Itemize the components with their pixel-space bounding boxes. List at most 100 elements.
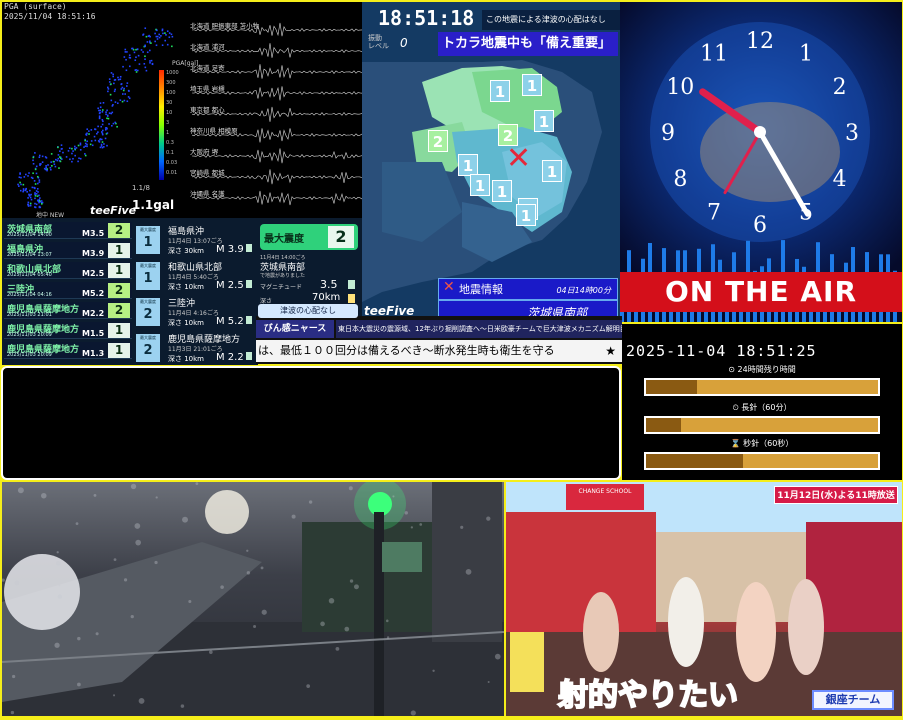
datetime: 2025-11-04 18:51:25 — [626, 342, 817, 360]
quake-row-intensity: 2 — [108, 303, 130, 318]
quake-detail-mag: M 3.9 — [216, 244, 252, 255]
quake-info-box: ✕ 地震情報 04日14時00分 — [438, 278, 618, 300]
quake-list-panel: 茨城県南部 2025/11/04 14:00 M3.5 2 福島県沖 2025/11/04… — [2, 218, 258, 365]
quake-row-date: 2025/11/04 13:07 — [7, 252, 52, 258]
quake-detail: 最大震度 2 三陸沖 11月4日 4:16ごろ 深さ 10km M 5.2 — [134, 294, 258, 331]
waveform-trace — [192, 190, 362, 206]
mag-swatch — [245, 280, 252, 288]
timer-icon: ⊙ — [728, 365, 738, 374]
waveform-trace — [192, 106, 362, 122]
quake-detail-intensity-value: 2 — [143, 307, 153, 322]
waveform-trace — [192, 22, 362, 37]
intensity-marker: 1 — [522, 74, 542, 96]
colorbar-tick: 100 — [166, 90, 176, 96]
colorbar-tick: 0.3 — [166, 140, 174, 146]
quake-row-intensity: 2 — [108, 283, 130, 298]
quake-row-intensity: 1 — [108, 243, 130, 258]
colorbar-tick: 10 — [166, 110, 173, 116]
timer-bar-minute-label: ⏲ 長針（60分） — [644, 402, 880, 414]
level-value: 0 — [400, 36, 408, 50]
quake-row-intensity: 1 — [108, 343, 130, 358]
quake-detail: 最大震度 1 和歌山県北部 11月4日 5:40ごろ 深さ 10km M 2.5 — [134, 258, 258, 295]
colorbar-tick: 0.03 — [166, 160, 178, 166]
quake-row-mag: M2.2 — [82, 309, 105, 318]
timer-panel: 2025-11-04 18:51:25 ⊙ 24時間残り時間 ⏲ 長針（60分）… — [622, 324, 902, 480]
waveforms — [192, 22, 362, 206]
depth-swatch — [348, 294, 355, 303]
quake-detail-date: 11月3日 21:01ごろ — [168, 346, 223, 353]
quake-row: 福島県沖 2025/11/04 13:07 M3.9 1 — [4, 242, 132, 259]
waveform-trace — [192, 169, 362, 185]
quake-detail-intensity: 最大震度 1 — [136, 226, 160, 254]
quake-detail-tag: 最大震度 — [140, 335, 156, 340]
quake-row-mag: M3.5 — [82, 229, 105, 238]
quake-detail-mag-value: M 2.5 — [216, 280, 244, 291]
quake-row-mag: M1.5 — [82, 329, 105, 338]
timer-bar-day: ⊙ 24時間残り時間 — [644, 364, 880, 396]
colorbar-ticks: 1000 300 100 30 10 3 1 0.3 0.1 0.03 0.01 — [166, 68, 179, 178]
quake-detail-depth: 深さ 30km — [168, 247, 205, 255]
colorbar-tick: 300 — [166, 80, 176, 86]
waveform-trace — [192, 43, 362, 58]
quake-row-intensity: 2 — [108, 223, 130, 238]
quake-detail-tag: 最大震度 — [140, 299, 156, 304]
max-intensity-box: 最大震度 2 — [260, 224, 358, 250]
clock-number: 11 — [700, 41, 728, 66]
quake-row-mag: M5.2 — [82, 289, 105, 298]
quake-info-time: 04日14時00分 — [556, 286, 611, 295]
ticker-headline: 東日本大震災の震源域、12年ぶり掘削調査へ～日米欧豪チームで巨大津波メカニズム解… — [336, 320, 622, 338]
quake-row: 和歌山県北部 2025/11/04 05:40 M2.5 1 — [4, 262, 132, 279]
intensity-marker: 1 — [458, 154, 478, 176]
news-ticker: びん感ニャース 東日本大震災の震源域、12年ぶり掘削調査へ～日米欧豪チームで巨大… — [256, 316, 622, 364]
intensity-marker: 1 — [492, 180, 512, 202]
quake-detail-depth: 深さ 10km — [168, 355, 205, 363]
star-icon: ★ — [605, 344, 616, 358]
pga-colorbar — [159, 70, 164, 180]
colorbar-tick: 1000 — [166, 70, 179, 76]
timer-bar-second-fill — [646, 454, 744, 468]
mag-swatch — [245, 352, 252, 360]
max-intensity-panel: 最大震度 2 11月4日 14:00ごろ 茨城県南部 で地震がありました マグニ… — [258, 218, 362, 318]
clock-number: 2 — [833, 75, 847, 100]
timer-bar-second-label: ⌛ 秒針（60秒） — [644, 438, 880, 450]
max-intensity-note: で地震がありました — [260, 273, 306, 279]
mag-label: マグニチュード — [260, 284, 303, 291]
news-banner: トカラ地震中も「備え重要」 — [438, 32, 618, 56]
quake-detail-intensity-value: 2 — [143, 343, 153, 358]
clock-number: 3 — [845, 121, 859, 146]
tv-program: CHANGE SCHOOL 11月12日(水)よる11時放送 射的やりたい 銀座… — [506, 482, 902, 716]
camera-scene — [2, 482, 504, 716]
waveform-trace — [192, 128, 362, 143]
colorbar-tick: 0.1 — [166, 150, 174, 156]
quake-detail-intensity-value: 1 — [143, 235, 153, 250]
tsunami-note: この地震による津波の心配はなし — [482, 10, 620, 30]
map-brand: 地中 NEW — [36, 212, 65, 218]
mag-swatch — [245, 244, 252, 252]
timer-bar-day-text: 24時間残り時間 — [737, 365, 796, 374]
tv-caption: 射的やりたい — [557, 677, 739, 714]
tsunami-tag: 津波の心配なし — [258, 304, 358, 318]
quake-row-mag: M1.3 — [82, 349, 105, 358]
quake-detail-intensity: 最大震度 1 — [136, 262, 160, 290]
quake-row-date: 2025/11/03 21:01 — [7, 312, 52, 318]
quake-detail-mag: M 2.5 — [216, 280, 252, 291]
colorbar-tick: 0.01 — [166, 170, 178, 176]
quake-detail-date: 11月4日 5:40ごろ — [168, 274, 219, 281]
street-camera — [2, 482, 504, 716]
quake-row-intensity: 1 — [108, 323, 130, 338]
timer-bar-second-track — [644, 452, 880, 470]
blank-panel — [1, 366, 621, 480]
quake-row: 鹿児島県薩摩地方 2025/11/03 21:01 M2.2 2 — [4, 302, 132, 319]
intensity-marker: 1 — [542, 160, 562, 182]
timer-bar-day-label: ⊙ 24時間残り時間 — [644, 364, 880, 376]
clock-number: 7 — [707, 201, 721, 226]
seismic-panel: PGA (surface) 2025/11/04 18:51:16 PGA[ga… — [2, 2, 362, 218]
region-map-panel: 18:51:18 この地震による津波の心配はなし 振動 レベル 0 トカラ地震中… — [362, 2, 620, 322]
epicenter-icon: ✕ — [506, 141, 532, 176]
clock-number: 4 — [833, 167, 847, 192]
clock-number: 12 — [746, 29, 774, 54]
timer-bar-minute: ⏲ 長針（60分） — [644, 402, 880, 434]
clock-icon: ⏲ — [732, 403, 742, 412]
clock-number: 9 — [661, 121, 675, 146]
ticker-tag: びん感ニャース — [256, 320, 334, 338]
